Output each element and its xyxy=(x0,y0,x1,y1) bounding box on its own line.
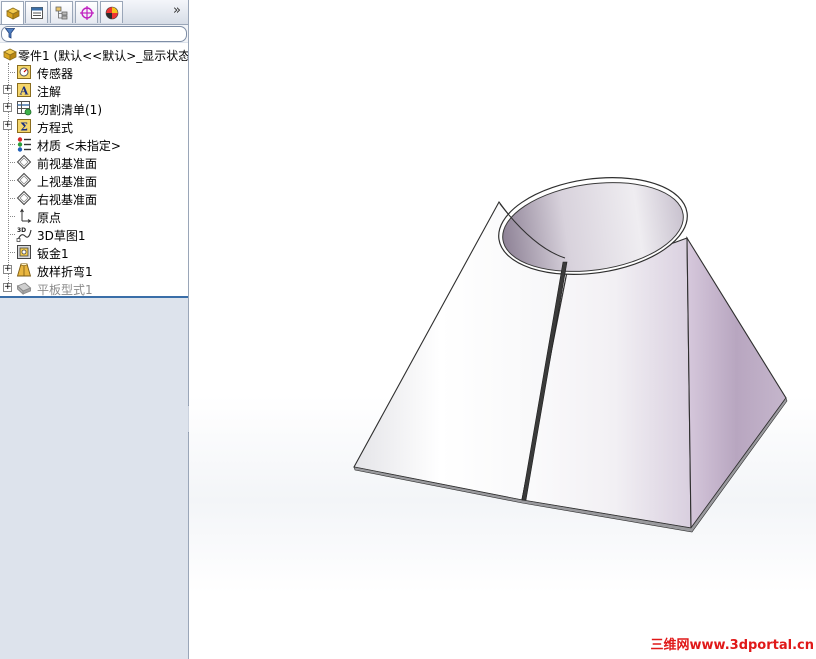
tree-item-label: 传感器 xyxy=(37,67,74,81)
tree-connector-branch xyxy=(8,162,15,163)
tree-item-label: 放样折弯1 xyxy=(37,265,93,279)
svg-text:A: A xyxy=(19,85,29,98)
tree-item-origin[interactable]: 原点 xyxy=(0,207,188,225)
tree-root-part[interactable]: 零件1 (默认<<默认>_显示状态 xyxy=(0,45,188,63)
tree-item-label: 钣金1 xyxy=(37,247,69,261)
tree-connector-branch xyxy=(8,72,15,73)
feature-tree: 零件1 (默认<<默认>_显示状态 传感器 + A 注解 + 切割清单(1) +… xyxy=(0,43,188,298)
tree-connector-branch xyxy=(8,234,15,235)
solidworks-window: » 零件1 (默认<<默认>_显示状态 传感器 + A 注解 + 切割清单(1)… xyxy=(0,0,816,659)
tree-item-equations[interactable]: + Σ 方程式 xyxy=(0,117,188,135)
property-manager-icon xyxy=(30,6,43,19)
expand-plus-icon[interactable]: + xyxy=(3,265,12,274)
tree-root-label: 零件1 (默认<<默认>_显示状态 xyxy=(18,49,188,63)
tree-item-label: 上视基准面 xyxy=(37,175,98,189)
annotation-icon: A xyxy=(17,83,31,98)
more-tabs-chevron-icon[interactable]: » xyxy=(170,3,184,19)
lofted-bend-icon xyxy=(16,263,32,277)
manager-tab-bar: » xyxy=(0,0,188,25)
sketch-3d-icon: 3D xyxy=(16,227,32,242)
display-manager-icon xyxy=(105,6,118,19)
tree-item-annotations[interactable]: + A 注解 xyxy=(0,81,188,99)
tree-filter-row xyxy=(0,25,188,42)
tree-item-material[interactable]: 材质 <未指定> xyxy=(0,135,188,153)
configuration-manager-icon xyxy=(55,6,67,19)
plane-icon xyxy=(16,154,32,170)
tree-item-label: 平板型式1 xyxy=(37,283,93,297)
dimxpert-crosshair-icon xyxy=(79,5,94,20)
feature-manager-tab[interactable] xyxy=(1,1,24,24)
svg-text:3D: 3D xyxy=(17,227,26,234)
tree-connector-branch xyxy=(8,198,15,199)
tree-item-label: 前视基准面 xyxy=(37,157,98,171)
tree-item-top-plane[interactable]: 上视基准面 xyxy=(0,171,188,189)
tree-item-flat-pattern[interactable]: + 平板型式1 xyxy=(0,279,188,297)
tree-connector-branch xyxy=(8,252,15,253)
feature-tree-icon xyxy=(5,7,20,20)
display-manager-tab[interactable] xyxy=(100,1,123,23)
expand-plus-icon[interactable]: + xyxy=(3,283,12,292)
tree-item-cut-list[interactable]: + 切割清单(1) xyxy=(0,99,188,117)
tree-item-label: 切割清单(1) xyxy=(37,103,102,117)
tree-connector-branch xyxy=(8,180,15,181)
watermark-text: 三维网www.3dportal.cn xyxy=(650,638,814,653)
feature-manager-panel: » 零件1 (默认<<默认>_显示状态 传感器 + A 注解 + 切割清单(1)… xyxy=(0,0,189,659)
tree-item-lofted-bend[interactable]: + 放样折弯1 xyxy=(0,261,188,279)
tree-item-label: 3D草图1 xyxy=(37,229,86,243)
dimxpert-manager-tab[interactable] xyxy=(75,1,98,23)
model-face-right xyxy=(686,236,787,530)
tree-item-label: 注解 xyxy=(37,85,62,99)
graphics-viewport[interactable]: 三维网www.3dportal.cn xyxy=(189,0,816,659)
funnel-filter-icon xyxy=(5,28,15,39)
expand-plus-icon[interactable]: + xyxy=(3,103,12,112)
tree-item-sensors[interactable]: 传感器 xyxy=(0,63,188,81)
expand-plus-icon[interactable]: + xyxy=(3,121,12,130)
lofted-sheet-metal-model[interactable] xyxy=(189,0,816,659)
tree-connector-branch xyxy=(8,144,15,145)
tree-connector-branch xyxy=(8,216,15,217)
tree-item-sheet-metal[interactable]: 钣金1 xyxy=(0,243,188,261)
cut-list-icon xyxy=(17,101,32,116)
material-icon xyxy=(17,137,31,152)
part-icon xyxy=(3,48,17,61)
origin-icon xyxy=(20,208,32,223)
sensor-icon xyxy=(17,65,31,79)
tree-item-label: 方程式 xyxy=(37,121,74,135)
tree-item-label: 原点 xyxy=(37,211,62,225)
svg-text:Σ: Σ xyxy=(20,121,28,134)
sheet-metal-icon xyxy=(17,245,31,259)
tree-item-label: 右视基准面 xyxy=(37,193,98,207)
tree-item-3d-sketch[interactable]: 3D 3D草图1 xyxy=(0,225,188,243)
expand-plus-icon[interactable]: + xyxy=(3,85,12,94)
tree-item-right-plane[interactable]: 右视基准面 xyxy=(0,189,188,207)
flat-pattern-icon xyxy=(16,282,32,296)
equation-icon: Σ xyxy=(17,119,31,134)
plane-icon xyxy=(16,172,32,188)
tree-item-front-plane[interactable]: 前视基准面 xyxy=(0,153,188,171)
property-manager-tab[interactable] xyxy=(25,1,48,23)
tree-item-label: 材质 <未指定> xyxy=(37,139,121,153)
plane-icon xyxy=(16,190,32,206)
configuration-manager-tab[interactable] xyxy=(50,1,73,23)
tree-filter-input[interactable] xyxy=(1,26,187,42)
